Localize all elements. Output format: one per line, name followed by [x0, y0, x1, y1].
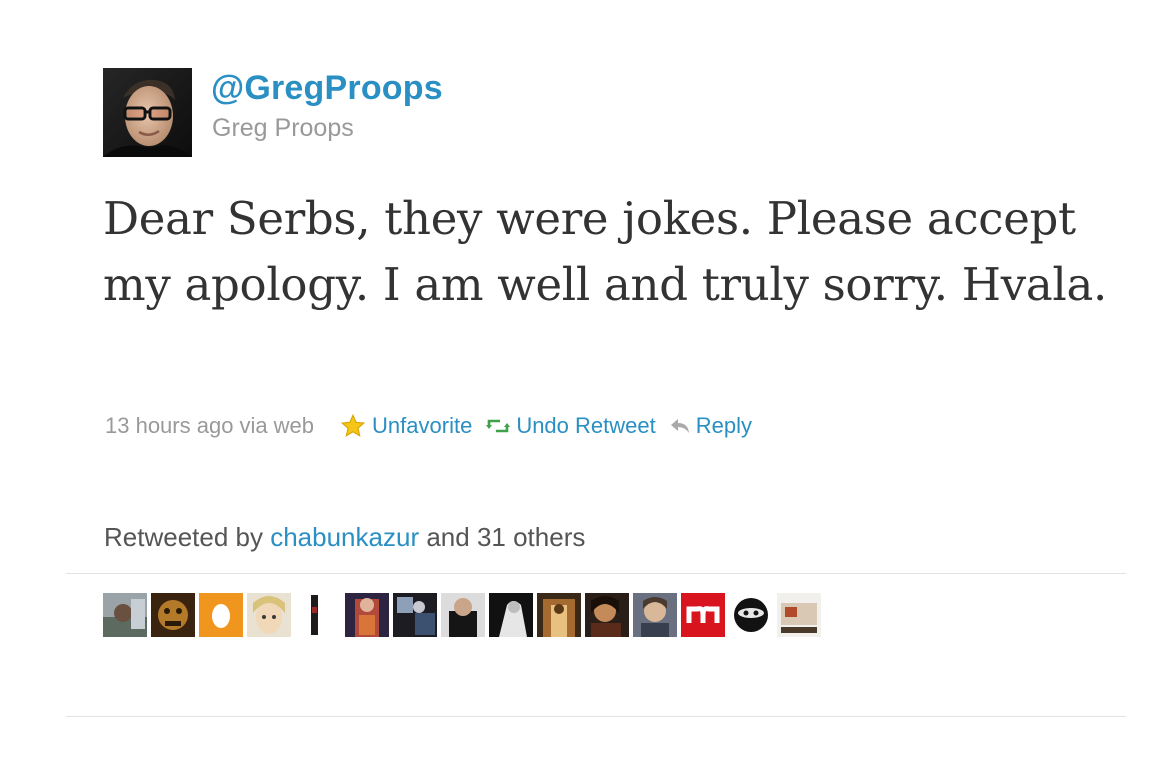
full-name: Greg Proops [212, 114, 354, 142]
retweeter-avatar[interactable] [345, 593, 389, 637]
star-icon [340, 413, 366, 439]
retweeter-avatar[interactable] [537, 593, 581, 637]
retweeter-avatar[interactable] [681, 593, 725, 637]
retweeter-link[interactable]: chabunkazur [270, 522, 419, 552]
retweeted-prefix: Retweeted by [104, 522, 263, 552]
undo-retweet-label: Undo Retweet [516, 413, 656, 438]
retweeter-avatar[interactable] [247, 593, 291, 637]
retweeter-avatar[interactable] [633, 593, 677, 637]
via-source: via web [239, 413, 315, 438]
retweeted-suffix: and 31 others [426, 522, 586, 552]
retweeter-avatar[interactable] [103, 593, 147, 637]
retweeter-avatar[interactable] [307, 593, 321, 637]
retweeted-by: Retweeted by chabunkazur and 31 others [104, 520, 585, 554]
divider [66, 716, 1126, 717]
retweeter-avatar[interactable] [151, 593, 195, 637]
retweeter-avatar[interactable] [489, 593, 533, 637]
retweeter-avatar[interactable] [393, 593, 437, 637]
screen-name-link[interactable]: @GregProops [211, 68, 443, 108]
profile-avatar[interactable] [103, 68, 192, 157]
unfavorite-button[interactable]: Unfavorite [340, 410, 472, 442]
retweeter-avatar[interactable] [585, 593, 629, 637]
divider [66, 573, 1126, 574]
retweeter-avatar[interactable] [729, 593, 773, 637]
retweeter-avatar[interactable] [199, 593, 243, 637]
unfavorite-label: Unfavorite [372, 413, 473, 438]
tweet-text: Dear Serbs, they were jokes. Please acce… [103, 192, 1107, 311]
tweet-meta: 13 hours ago via web Unfavorite Undo Ret… [105, 410, 752, 442]
reply-arrow-icon [670, 417, 690, 435]
retweeter-avatar[interactable] [777, 593, 821, 637]
retweeter-avatar[interactable] [441, 593, 485, 637]
tweet-card: @GregProops Greg Proops Dear Serbs, they… [0, 0, 1160, 773]
undo-retweet-button[interactable]: Undo Retweet [486, 410, 656, 442]
timestamp-link[interactable]: 13 hours ago [105, 410, 233, 442]
reply-label: Reply [695, 413, 752, 438]
reply-button[interactable]: Reply [670, 410, 752, 442]
retweet-icon [486, 417, 511, 435]
